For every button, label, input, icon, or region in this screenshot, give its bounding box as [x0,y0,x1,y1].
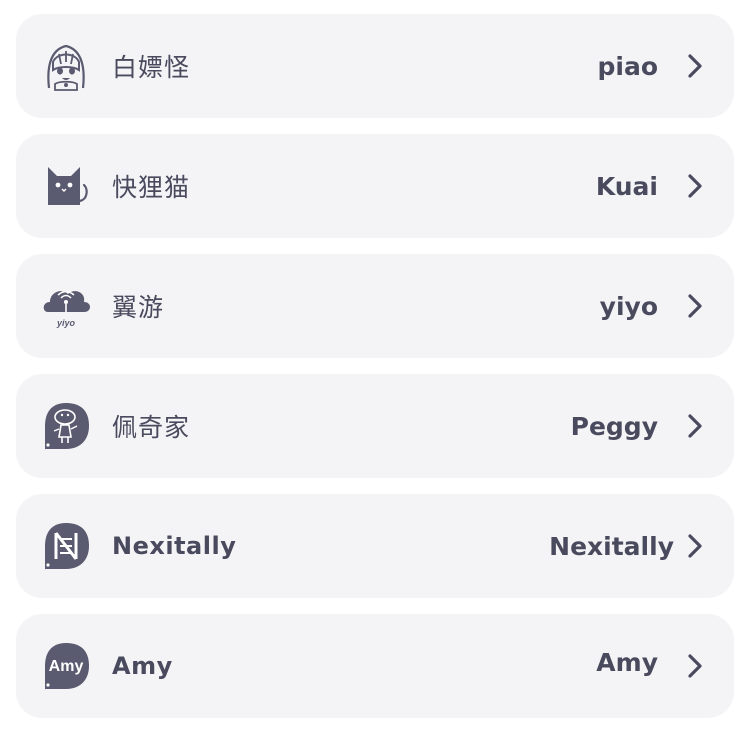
item-name: 白嫖怪 [112,53,191,82]
item-name: 快狸猫 [112,173,191,202]
item-value: Nexitally [549,531,674,561]
chevron-right-icon [688,54,702,78]
item-name: 佩奇家 [112,413,191,442]
chevron-right-icon [688,294,702,318]
list-item-kuai[interactable]: 快狸猫 Kuai [16,134,734,238]
cat-icon [40,160,92,212]
cloud-signal-icon-text: yiyo [56,318,76,328]
cloud-signal-icon: yiyo [40,280,92,332]
amy-logo-icon-text: Amy [49,658,84,675]
item-value: yiyo [599,291,658,321]
list-item-peggy[interactable]: 佩奇家 Peggy [16,374,734,478]
chevron-right-icon [688,654,702,678]
nexitally-logo-icon [40,520,92,572]
list-item-yiyo[interactable]: yiyo 翼游 yiyo [16,254,734,358]
item-name: Nexitally [112,532,237,560]
list-item-piao[interactable]: 白嫖怪 piao [16,14,734,118]
item-value: Peggy [570,411,658,441]
chevron-right-icon [688,174,702,198]
item-value: Amy [596,647,658,677]
amy-logo-icon: Amy [40,640,92,692]
chevron-right-icon [688,534,702,558]
list-item-amy[interactable]: Amy Amy Amy [16,614,734,718]
anime-girl-icon [40,40,92,92]
provider-list: 白嫖怪 piao 快狸猫 Kuai yiyo 翼游 yiyo 佩奇家 Peggy… [0,0,750,729]
item-name: 翼游 [112,293,165,322]
item-value: Kuai [595,171,658,201]
peppa-pig-icon [40,400,92,452]
item-name: Amy [112,652,173,680]
item-value: piao [597,51,658,81]
list-item-nexitally[interactable]: Nexitally Nexitally [16,494,734,598]
chevron-right-icon [688,414,702,438]
